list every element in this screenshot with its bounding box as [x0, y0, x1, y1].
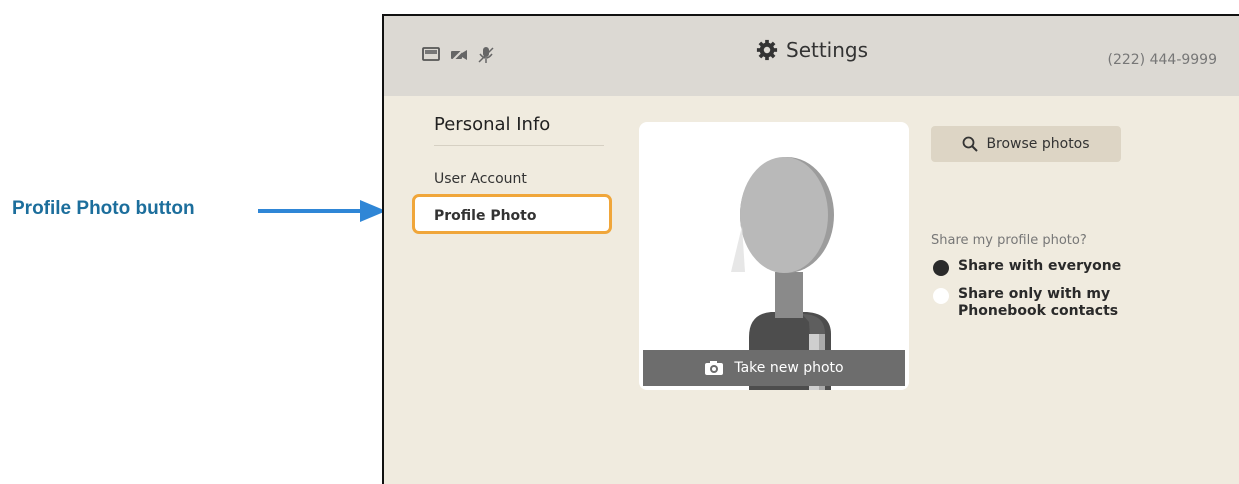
- sidebar-heading: Personal Info: [434, 114, 551, 135]
- sidebar-divider: [434, 145, 604, 146]
- video-status-icon: [422, 47, 440, 61]
- callout-arrow-icon: [258, 200, 386, 222]
- phone-number: (222) 444-9999: [1107, 52, 1218, 68]
- settings-screen: Settings (222) 444-9999 Personal Info Us…: [382, 14, 1239, 484]
- take-new-photo-button[interactable]: Take new photo: [643, 350, 905, 386]
- camera-off-icon: [451, 46, 467, 62]
- browse-photos-button[interactable]: Browse photos: [931, 126, 1121, 162]
- mic-off-icon: [478, 47, 494, 63]
- radio-checked-icon[interactable]: [933, 260, 949, 276]
- callout-label: Profile Photo button: [12, 198, 195, 219]
- radio-unchecked-icon[interactable]: [933, 288, 949, 304]
- take-new-photo-label: Take new photo: [734, 360, 844, 376]
- top-bar: Settings (222) 444-9999: [384, 16, 1239, 96]
- radio-label-share-everyone: Share with everyone: [958, 258, 1122, 274]
- status-icons: [422, 46, 494, 64]
- radio-label-line-2: Phonebook contacts: [958, 303, 1119, 319]
- page-title-group: Settings: [756, 38, 868, 62]
- sidebar-item-user-account[interactable]: User Account: [434, 171, 527, 187]
- page-title: Settings: [786, 38, 869, 62]
- radio-share-everyone[interactable]: Share with everyone: [933, 258, 1121, 276]
- sidebar-item-profile-photo[interactable]: Profile Photo: [412, 194, 612, 234]
- share-question: Share my profile photo?: [931, 233, 1087, 248]
- profile-photo-card: Take new photo: [639, 122, 909, 390]
- gear-icon: [756, 39, 778, 61]
- search-icon: [963, 136, 979, 152]
- browse-photos-label: Browse photos: [986, 136, 1090, 152]
- radio-label-share-phonebook: Share only with my Phonebook contacts: [958, 286, 1118, 320]
- radio-share-phonebook[interactable]: Share only with my Phonebook contacts: [933, 286, 1118, 320]
- radio-label-line-1: Share only with my: [958, 286, 1111, 302]
- camera-icon: [705, 361, 724, 375]
